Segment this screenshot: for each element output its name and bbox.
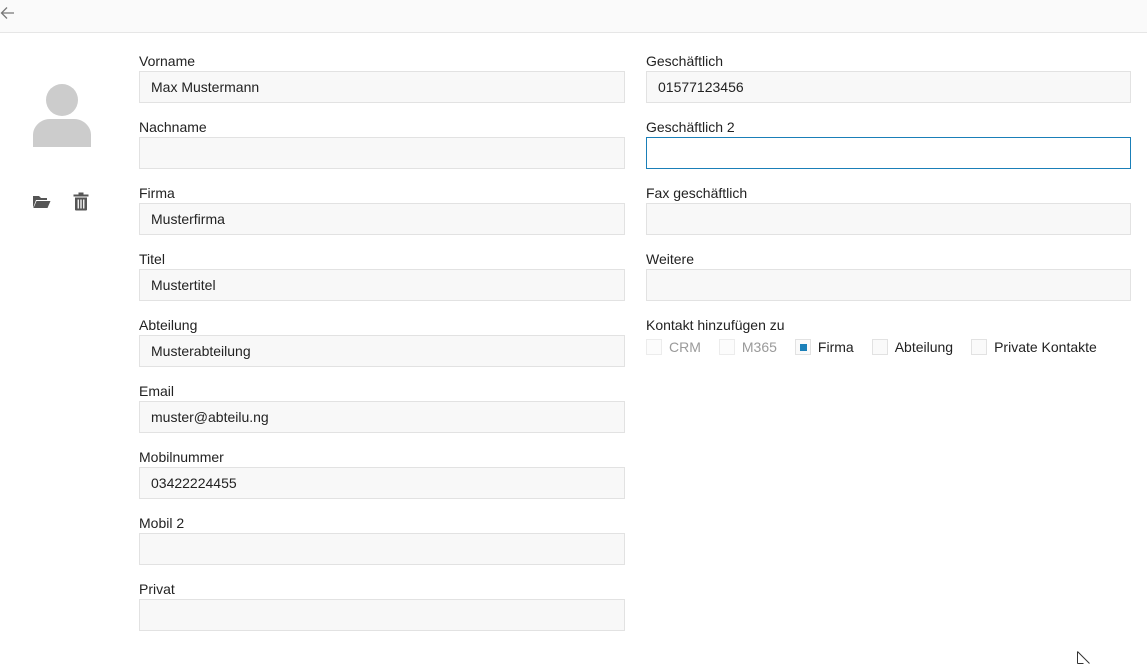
vorname-input[interactable] bbox=[139, 71, 625, 103]
abteilung-input[interactable] bbox=[139, 335, 625, 367]
field-abteilung: Abteilung bbox=[139, 317, 625, 383]
field-privat: Privat bbox=[139, 581, 625, 647]
contact-form-right: Geschäftlich Geschäftlich 2 Fax geschäft… bbox=[646, 53, 1131, 377]
firma-input[interactable] bbox=[139, 203, 625, 235]
mobilnummer-input[interactable] bbox=[139, 467, 625, 499]
field-titel: Titel bbox=[139, 251, 625, 317]
checkbox-box[interactable] bbox=[646, 339, 662, 355]
field-label: Email bbox=[139, 383, 175, 399]
checkbox-private-kontakte[interactable]: Private Kontakte bbox=[971, 339, 1097, 355]
geschaeftlich-2-input[interactable] bbox=[646, 137, 1131, 169]
checkbox-box[interactable] bbox=[794, 339, 811, 355]
privat-input[interactable] bbox=[139, 599, 625, 631]
field-mobilnummer: Mobilnummer bbox=[139, 449, 625, 515]
field-weitere: Weitere bbox=[646, 251, 1131, 317]
checkbox-label: Abteilung bbox=[894, 339, 954, 355]
titel-input[interactable] bbox=[139, 269, 625, 301]
checkbox-label: Firma bbox=[817, 339, 854, 355]
field-label: Mobil 2 bbox=[139, 515, 185, 531]
mouse-cursor-icon bbox=[1077, 651, 1090, 664]
contact-form-left: Vorname Nachname Firma Titel Abteilung E… bbox=[139, 53, 625, 647]
contact-add-options: CRM M365 Firma Abteilung Private Kontakt… bbox=[646, 337, 1115, 357]
contact-add-title: Kontakt hinzufügen zu bbox=[646, 317, 785, 333]
top-bar bbox=[0, 0, 1147, 33]
mobil-2-input[interactable] bbox=[139, 533, 625, 565]
field-geschaeftlich-2: Geschäftlich 2 bbox=[646, 119, 1131, 185]
checkbox-firma[interactable]: Firma bbox=[794, 339, 854, 355]
field-label: Fax geschäftlich bbox=[646, 185, 748, 201]
checkbox-label: CRM bbox=[669, 339, 701, 355]
arrow-left-icon[interactable] bbox=[0, 4, 18, 22]
trash-icon[interactable] bbox=[73, 192, 89, 211]
checkbox-abteilung[interactable]: Abteilung bbox=[871, 339, 954, 355]
weitere-input[interactable] bbox=[646, 269, 1131, 301]
user-avatar-icon[interactable] bbox=[32, 81, 92, 149]
geschaeftlich-input[interactable] bbox=[646, 71, 1131, 103]
field-label: Abteilung bbox=[139, 317, 198, 333]
field-label: Geschäftlich 2 bbox=[646, 119, 735, 135]
checkbox-label: M365 bbox=[741, 339, 777, 355]
field-label: Weitere bbox=[646, 251, 694, 267]
checkbox-box[interactable] bbox=[871, 339, 888, 355]
field-vorname: Vorname bbox=[139, 53, 625, 119]
checkbox-label: Private Kontakte bbox=[994, 339, 1097, 355]
field-firma: Firma bbox=[139, 185, 625, 251]
field-label: Titel bbox=[139, 251, 165, 267]
field-mobil-2: Mobil 2 bbox=[139, 515, 625, 581]
field-nachname: Nachname bbox=[139, 119, 625, 185]
field-label: Vorname bbox=[139, 53, 196, 69]
field-label: Geschäftlich bbox=[646, 53, 724, 69]
field-label: Nachname bbox=[139, 119, 207, 135]
checkbox-box[interactable] bbox=[971, 339, 988, 355]
checkbox-m365[interactable]: M365 bbox=[718, 339, 777, 355]
field-geschaeftlich: Geschäftlich bbox=[646, 53, 1131, 119]
field-email: Email bbox=[139, 383, 625, 449]
checkbox-crm[interactable]: CRM bbox=[646, 339, 701, 355]
fax-geschaeftlich-input[interactable] bbox=[646, 203, 1131, 235]
nachname-input[interactable] bbox=[139, 137, 625, 169]
field-label: Firma bbox=[139, 185, 175, 201]
email-input[interactable] bbox=[139, 401, 625, 433]
checkbox-box[interactable] bbox=[718, 339, 735, 355]
field-label: Privat bbox=[139, 581, 175, 597]
field-fax-geschaeftlich: Fax geschäftlich bbox=[646, 185, 1131, 251]
folder-open-icon[interactable] bbox=[32, 193, 51, 210]
field-label: Mobilnummer bbox=[139, 449, 224, 465]
